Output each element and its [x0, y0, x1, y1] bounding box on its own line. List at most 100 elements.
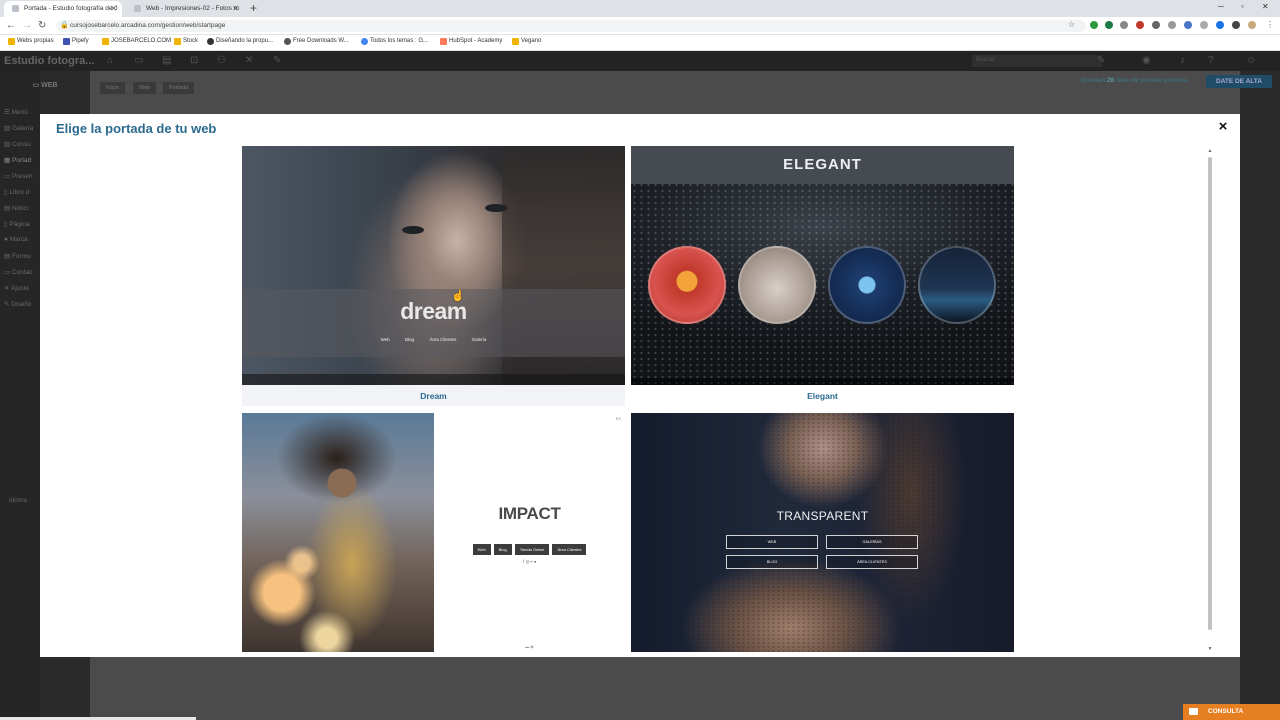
bookmark-star-icon[interactable]: ☆	[1068, 20, 1075, 29]
extension-icon[interactable]	[1090, 21, 1098, 29]
template-card-dream[interactable]: dream Web Blog Área Clientes Galería Dre…	[242, 146, 625, 406]
sidebar-item[interactable]: ▦ Portad	[4, 156, 31, 164]
sidebar-item[interactable]: ✕ Ajuste	[4, 284, 29, 292]
bookmark-item[interactable]: Diseñando la propu...	[207, 38, 273, 45]
extension-icon[interactable]	[1216, 21, 1224, 29]
new-tab-icon[interactable]: +	[250, 1, 257, 15]
document-icon[interactable]: ▤	[162, 55, 171, 66]
language-selector[interactable]: Idioma	[9, 498, 27, 504]
elegant-gallery-circle	[648, 246, 726, 324]
bookmark-item[interactable]: HubSpot - Academy	[440, 38, 502, 45]
impact-menu-item: Área Clientes	[552, 544, 587, 555]
sidebar-item[interactable]: ✎ Diseño	[4, 300, 32, 308]
monitor-icon[interactable]: ▭	[134, 55, 143, 66]
shop-icon[interactable]: ⊡	[190, 55, 198, 66]
scroll-up-icon[interactable]: ▲	[1207, 148, 1213, 154]
sidebar-item-label: Libro d	[9, 189, 30, 196]
dream-menu-item: Blog	[405, 337, 415, 342]
search-placeholder: Buscar	[976, 57, 995, 63]
bell-icon[interactable]: ♪	[1180, 55, 1185, 66]
consulta-chat-button[interactable]: CONSULTA	[1183, 704, 1280, 720]
sidebar-item-label: Ajuste	[10, 285, 29, 292]
breadcrumb-item: Portada	[163, 82, 195, 94]
back-icon[interactable]: ←	[6, 20, 16, 31]
impact-menu-item: Web	[472, 544, 491, 555]
bookmark-label: Vegano	[521, 38, 542, 44]
bookmark-label: Webs propias	[17, 38, 54, 44]
eye-icon[interactable]: ◉	[1142, 55, 1151, 66]
sidebar-item[interactable]: ▭ Contac	[4, 268, 33, 276]
scrollbar-thumb[interactable]	[1208, 157, 1212, 630]
wrench-icon[interactable]: ✎	[1097, 55, 1105, 66]
sidebar-item[interactable]: ▧ Galería	[4, 124, 33, 132]
sidebar-item[interactable]: ▯ Página	[4, 220, 30, 228]
impact-menu-item: Tienda Online	[514, 544, 550, 555]
extension-icon[interactable]	[1105, 21, 1113, 29]
pipefy-icon	[63, 38, 70, 45]
transparent-footer	[631, 645, 1014, 652]
sidebar-item[interactable]: ▯ Libro d	[4, 188, 29, 196]
user-icon[interactable]: ☺	[1246, 55, 1256, 66]
close-icon[interactable]: ×	[1216, 119, 1230, 134]
breadcrumb-item[interactable]: Inicio	[100, 82, 125, 94]
profile-avatar[interactable]	[1248, 21, 1256, 29]
bookmark-item[interactable]: Vegano	[512, 38, 542, 45]
scroll-down-icon[interactable]: ▼	[1207, 646, 1213, 652]
close-tab-icon[interactable]: ✕	[232, 4, 239, 13]
sidebar-item[interactable]: ● Marca	[4, 236, 28, 243]
template-card-elegant[interactable]: ELEGANT Elegant	[631, 146, 1014, 406]
transparent-logo: TRANSPARENT	[776, 509, 869, 523]
minimize-icon[interactable]: ─	[1218, 2, 1224, 11]
template-card-transparent[interactable]: TRANSPARENT WEB GALERÍAS BLOG ÁREA CLIEN…	[631, 413, 1014, 652]
forward-icon[interactable]: →	[22, 20, 32, 31]
reload-icon[interactable]: ↻	[38, 20, 46, 31]
sidebar-item-label: Portad	[11, 157, 32, 164]
impact-logo: IMPACT	[498, 504, 561, 523]
sidebar-item[interactable]: ▤ Notici	[4, 204, 28, 212]
close-window-icon[interactable]: ✕	[1262, 2, 1269, 11]
sidebar-item-label: Formu	[11, 253, 31, 260]
sidebar-item-label: Consu	[11, 141, 31, 148]
sidebar-item[interactable]: ▭ Presen	[4, 172, 33, 180]
bookmark-item[interactable]: Webs propias	[8, 38, 54, 45]
home-icon[interactable]: ⌂	[107, 55, 113, 66]
template-card-impact[interactable]: ES IMPACT Web Blog Tienda Online Área Clien…	[242, 413, 625, 652]
bookmark-item[interactable]: JOSEBARCELO.COM	[102, 38, 171, 45]
help-icon[interactable]: ?	[1208, 55, 1214, 66]
signup-button[interactable]: DATE DE ALTA	[1206, 75, 1272, 88]
browser-tab-portada[interactable]: Portada - Estudio fotografía de J ✕	[4, 1, 122, 17]
extensions-puzzle-icon[interactable]	[1232, 21, 1240, 29]
extension-icon[interactable]	[1120, 21, 1128, 29]
brush-icon[interactable]: ✎	[273, 55, 281, 66]
extension-icon[interactable]	[1152, 21, 1160, 29]
sidebar-item[interactable]: ▧ Consu	[4, 140, 31, 148]
transparent-menu-button: WEB	[726, 535, 818, 549]
modal-scrollbar[interactable]: ▲ ▼	[1207, 148, 1213, 652]
bookmark-item[interactable]: Pipefy	[63, 38, 89, 45]
maximize-icon[interactable]: ▫	[1241, 2, 1244, 11]
url-bar[interactable]: 🔒 cursojosebarcelo.arcadina.com/gestion/…	[56, 20, 1086, 32]
search-input[interactable]: Buscar	[972, 55, 1102, 67]
sidebar-item[interactable]: ▤ Formu	[4, 252, 31, 260]
menu-kebab-icon[interactable]: ⋮	[1266, 20, 1274, 29]
bookmark-item[interactable]: Free Downloads W...	[284, 38, 349, 45]
sidebar-item[interactable]: ☰ Menú	[4, 108, 28, 116]
transparent-menu-button: GALERÍAS	[826, 535, 918, 549]
bookmark-item[interactable]: Todos los temas : G...	[361, 38, 428, 45]
bookmark-item[interactable]: Stock	[174, 38, 198, 45]
tools-icon[interactable]: ✕	[245, 55, 253, 66]
studio-name[interactable]: Estudio fotogra...	[4, 55, 94, 67]
close-tab-icon[interactable]: ✕	[110, 4, 117, 13]
extension-icon[interactable]	[1168, 21, 1176, 29]
users-icon[interactable]: ⚇	[217, 55, 226, 66]
browser-tab-web[interactable]: Web - Impresiones-02 - Fotos m ✕	[126, 1, 244, 17]
breadcrumb-item[interactable]: Web	[133, 82, 157, 94]
extension-icon[interactable]	[1200, 21, 1208, 29]
dream-logo: dream	[400, 298, 467, 324]
template-preview-impact: ES IMPACT Web Blog Tienda Online Área Clien…	[242, 413, 625, 652]
extension-icon[interactable]	[1184, 21, 1192, 29]
impact-panel: ES IMPACT Web Blog Tienda Online Área Clien…	[434, 413, 625, 652]
elegant-gallery-circle	[738, 246, 816, 324]
extension-icon[interactable]	[1136, 21, 1144, 29]
template-preview-transparent: TRANSPARENT WEB GALERÍAS BLOG ÁREA CLIEN…	[631, 413, 1014, 652]
